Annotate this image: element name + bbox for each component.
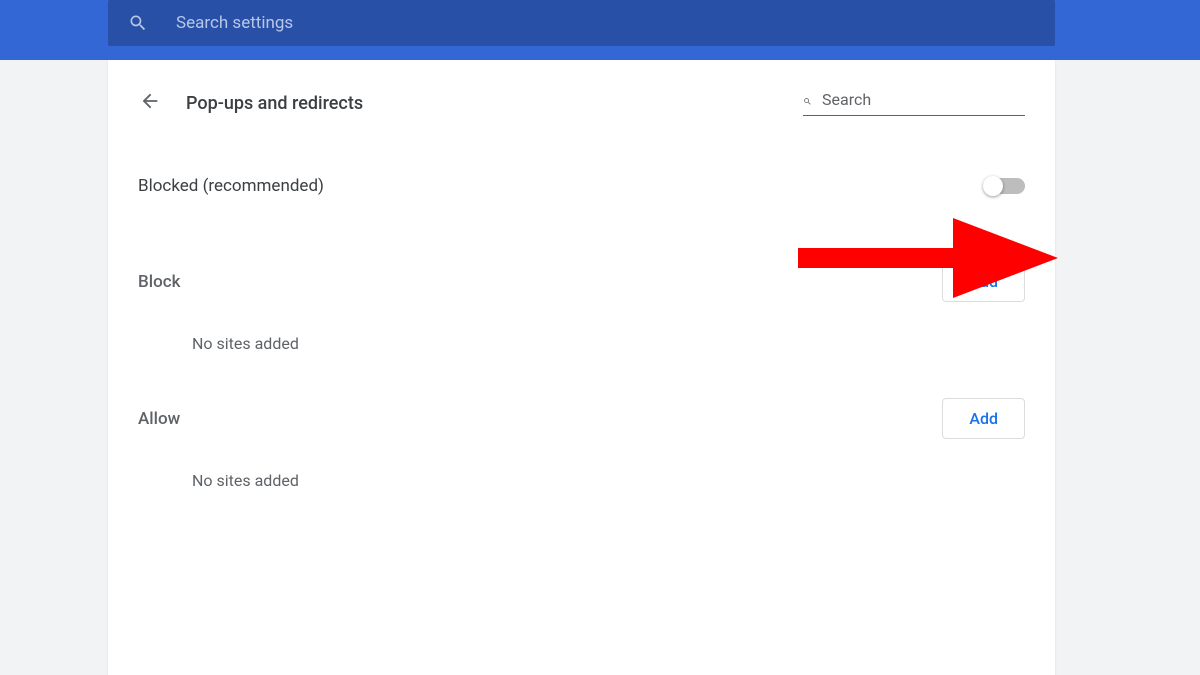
block-section: Block Add No sites added	[138, 261, 1025, 353]
settings-search-bar[interactable]	[108, 0, 1055, 46]
allow-section-header: Allow Add	[138, 398, 1025, 439]
page-title: Pop-ups and redirects	[186, 93, 803, 114]
block-section-header: Block Add	[138, 261, 1025, 302]
page-search[interactable]	[803, 90, 1025, 116]
search-icon	[128, 13, 148, 33]
block-section-title: Block	[138, 272, 180, 292]
blocked-toggle-row: Blocked (recommended)	[138, 176, 1025, 196]
page-search-input[interactable]	[822, 90, 1025, 109]
allow-section: Allow Add No sites added	[138, 398, 1025, 490]
toggle-thumb	[983, 176, 1003, 196]
arrow-left-icon	[139, 90, 161, 116]
search-icon	[803, 91, 812, 109]
blocked-toggle[interactable]	[985, 178, 1025, 194]
allow-add-button[interactable]: Add	[942, 398, 1025, 439]
block-add-button[interactable]: Add	[942, 261, 1025, 302]
content-panel: Pop-ups and redirects Blocked (recommend…	[108, 60, 1055, 675]
settings-search-input[interactable]	[176, 13, 1035, 33]
blocked-toggle-label: Blocked (recommended)	[138, 176, 324, 196]
back-button[interactable]	[138, 91, 162, 115]
block-empty-text: No sites added	[192, 334, 1025, 353]
allow-empty-text: No sites added	[192, 471, 1025, 490]
top-bar	[0, 0, 1200, 60]
page-header: Pop-ups and redirects	[138, 90, 1025, 116]
allow-section-title: Allow	[138, 409, 180, 429]
